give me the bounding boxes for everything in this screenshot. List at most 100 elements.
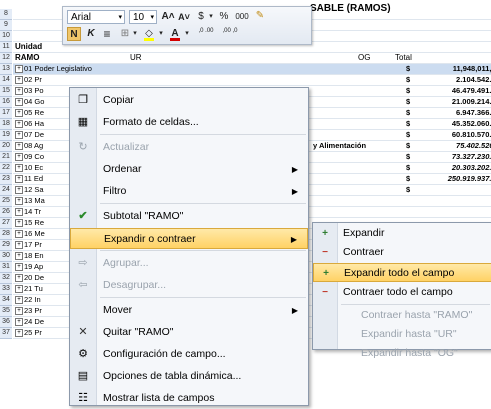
ramo-cell[interactable]: +02 Pr [15, 75, 55, 85]
menu-item[interactable]: ⇦ Desagrupar... [70, 275, 308, 296]
menu-item[interactable]: ⚙ Configuración de campo... [70, 344, 308, 365]
expand-toggle-icon[interactable]: + [15, 109, 23, 118]
menu-item[interactable]: ▦ Formato de celdas... [70, 112, 308, 133]
row-number[interactable]: 21 [0, 152, 12, 163]
row-number[interactable]: 24 [0, 185, 12, 196]
ramo-cell[interactable]: +16 Me [15, 229, 55, 239]
ramo-cell[interactable]: +07 De [15, 130, 55, 140]
expand-toggle-icon[interactable]: + [15, 153, 23, 162]
expand-toggle-icon[interactable]: + [15, 307, 23, 316]
expand-toggle-icon[interactable]: + [15, 175, 23, 184]
ramo-cell[interactable]: +21 Tu [15, 284, 55, 294]
ramo-cell[interactable]: +03 Po [15, 86, 55, 96]
menu-item[interactable]: Filtro ▶ [70, 181, 308, 202]
ramo-cell[interactable]: +25 Pr [15, 328, 55, 338]
ramo-cell[interactable]: +18 En [15, 251, 55, 261]
grow-font-button[interactable]: A˄ [161, 10, 175, 24]
expand-toggle-icon[interactable]: + [15, 230, 23, 239]
thousands-button[interactable]: 000 [233, 10, 251, 24]
row-number[interactable]: 10 [0, 31, 12, 42]
description-cell[interactable]: y Alimentación [313, 141, 401, 151]
menu-item[interactable]: ❐ Copiar [70, 90, 308, 111]
menu-item[interactable]: ☷ Mostrar lista de campos [70, 388, 308, 409]
expand-toggle-icon[interactable]: + [15, 252, 23, 261]
total-amount-cell[interactable]: 250.919.937.667 [417, 174, 491, 184]
total-amount-cell[interactable]: 60.810.570.686 [417, 130, 491, 140]
format-painter-icon[interactable]: ✎ [253, 9, 267, 23]
ramo-cell[interactable]: +09 Co [15, 152, 55, 162]
row-number[interactable]: 36 [0, 317, 12, 328]
expand-toggle-icon[interactable]: + [15, 76, 23, 85]
total-amount-cell[interactable]: 73.327.230.457 [417, 152, 491, 162]
row-number[interactable]: 15 [0, 86, 12, 97]
expand-toggle-icon[interactable]: + [15, 296, 23, 305]
menu-item[interactable]: ✔ Subtotal "RAMO" [70, 206, 308, 227]
row-number[interactable]: 13 [0, 64, 12, 75]
row-number[interactable]: 29 [0, 240, 12, 251]
submenu-item[interactable]: Contraer hasta "RAMO" [313, 306, 491, 325]
expand-toggle-icon[interactable]: + [15, 318, 23, 327]
row-number[interactable]: 22 [0, 163, 12, 174]
row-number[interactable]: 18 [0, 119, 12, 130]
row-number[interactable]: 26 [0, 207, 12, 218]
ramo-cell[interactable]: +22 In [15, 295, 55, 305]
expand-toggle-icon[interactable]: + [15, 329, 23, 338]
chevron-down-icon[interactable]: ▾ [183, 27, 191, 41]
ramo-cell[interactable]: +14 Tr [15, 207, 55, 217]
submenu-item[interactable]: + Expandir [313, 224, 491, 243]
ramo-cell[interactable]: +06 Ha [15, 119, 55, 129]
submenu-item[interactable]: Expandir hasta "OG" [313, 344, 491, 363]
row-number[interactable]: 31 [0, 262, 12, 273]
row-number[interactable]: 25 [0, 196, 12, 207]
row-number[interactable]: 30 [0, 251, 12, 262]
italic-button[interactable]: K [85, 27, 97, 41]
shrink-font-button[interactable]: A˅ [177, 10, 191, 24]
expand-toggle-icon[interactable]: + [15, 87, 23, 96]
table-row[interactable] [13, 53, 491, 64]
row-number[interactable]: 19 [0, 130, 12, 141]
expand-toggle-icon[interactable]: + [15, 120, 23, 129]
chevron-down-icon[interactable]: ▾ [207, 10, 215, 24]
row-number[interactable]: 11 [0, 42, 12, 53]
submenu-item[interactable]: − Contraer [313, 243, 491, 262]
ramo-cell[interactable]: +20 De [15, 273, 55, 283]
table-row[interactable]: +02 Pr $2.104.542.836 [13, 75, 491, 86]
ramo-cell[interactable]: +04 Go [15, 97, 55, 107]
row-number[interactable]: 17 [0, 108, 12, 119]
menu-item[interactable]: ✕ Quitar "RAMO" [70, 322, 308, 343]
row-number[interactable]: 8 [0, 9, 12, 20]
submenu-item[interactable]: − Contraer todo el campo [313, 283, 491, 302]
increase-decimal-button[interactable]: ,0 .00 [195, 28, 217, 42]
expand-toggle-icon[interactable]: + [15, 241, 23, 250]
ramo-cell[interactable]: +17 Pr [15, 240, 55, 250]
row-number[interactable]: 37 [0, 328, 12, 339]
currency-button[interactable]: $ [195, 10, 207, 24]
menu-item[interactable]: Expandir o contraer ▶ [70, 228, 308, 249]
total-amount-cell[interactable]: 2.104.542.836 [417, 75, 491, 85]
ramo-cell[interactable]: +01 Poder Legislativo [15, 64, 95, 74]
row-number[interactable]: 27 [0, 218, 12, 229]
borders-icon[interactable]: ⊞ [119, 27, 131, 41]
row-number[interactable]: 35 [0, 306, 12, 317]
percent-button[interactable]: % [217, 10, 231, 24]
total-amount-cell[interactable]: 46.479.491.963 [417, 86, 491, 96]
table-row[interactable]: +01 Poder Legislativo $11,948,011,602 [13, 64, 491, 75]
expand-toggle-icon[interactable]: + [15, 142, 23, 151]
ramo-cell[interactable]: +11 Ed [15, 174, 55, 184]
row-number[interactable]: 12 [0, 53, 12, 64]
expand-toggle-icon[interactable]: + [15, 65, 23, 74]
total-amount-cell[interactable]: 75.402.520.12 [417, 141, 491, 151]
total-amount-cell[interactable]: 45.352.060.607 [417, 119, 491, 129]
total-amount-cell[interactable]: 21.009.214.804 [417, 97, 491, 107]
ramo-cell[interactable]: +10 Ec [15, 163, 55, 173]
row-number[interactable]: 9 [0, 20, 12, 31]
menu-item[interactable]: ⇨ Agrupar... [70, 253, 308, 274]
total-amount-cell[interactable]: 11,948,011,602 [417, 64, 491, 74]
ramo-cell[interactable]: +08 Ag [15, 141, 55, 151]
menu-item[interactable]: Mover ▶ [70, 300, 308, 321]
font-size-box[interactable]: 10 ▾ [129, 10, 157, 24]
menu-item[interactable]: ▤ Opciones de tabla dinámica... [70, 366, 308, 387]
expand-toggle-icon[interactable]: + [15, 208, 23, 217]
expand-toggle-icon[interactable]: + [15, 131, 23, 140]
expand-toggle-icon[interactable]: + [15, 98, 23, 107]
